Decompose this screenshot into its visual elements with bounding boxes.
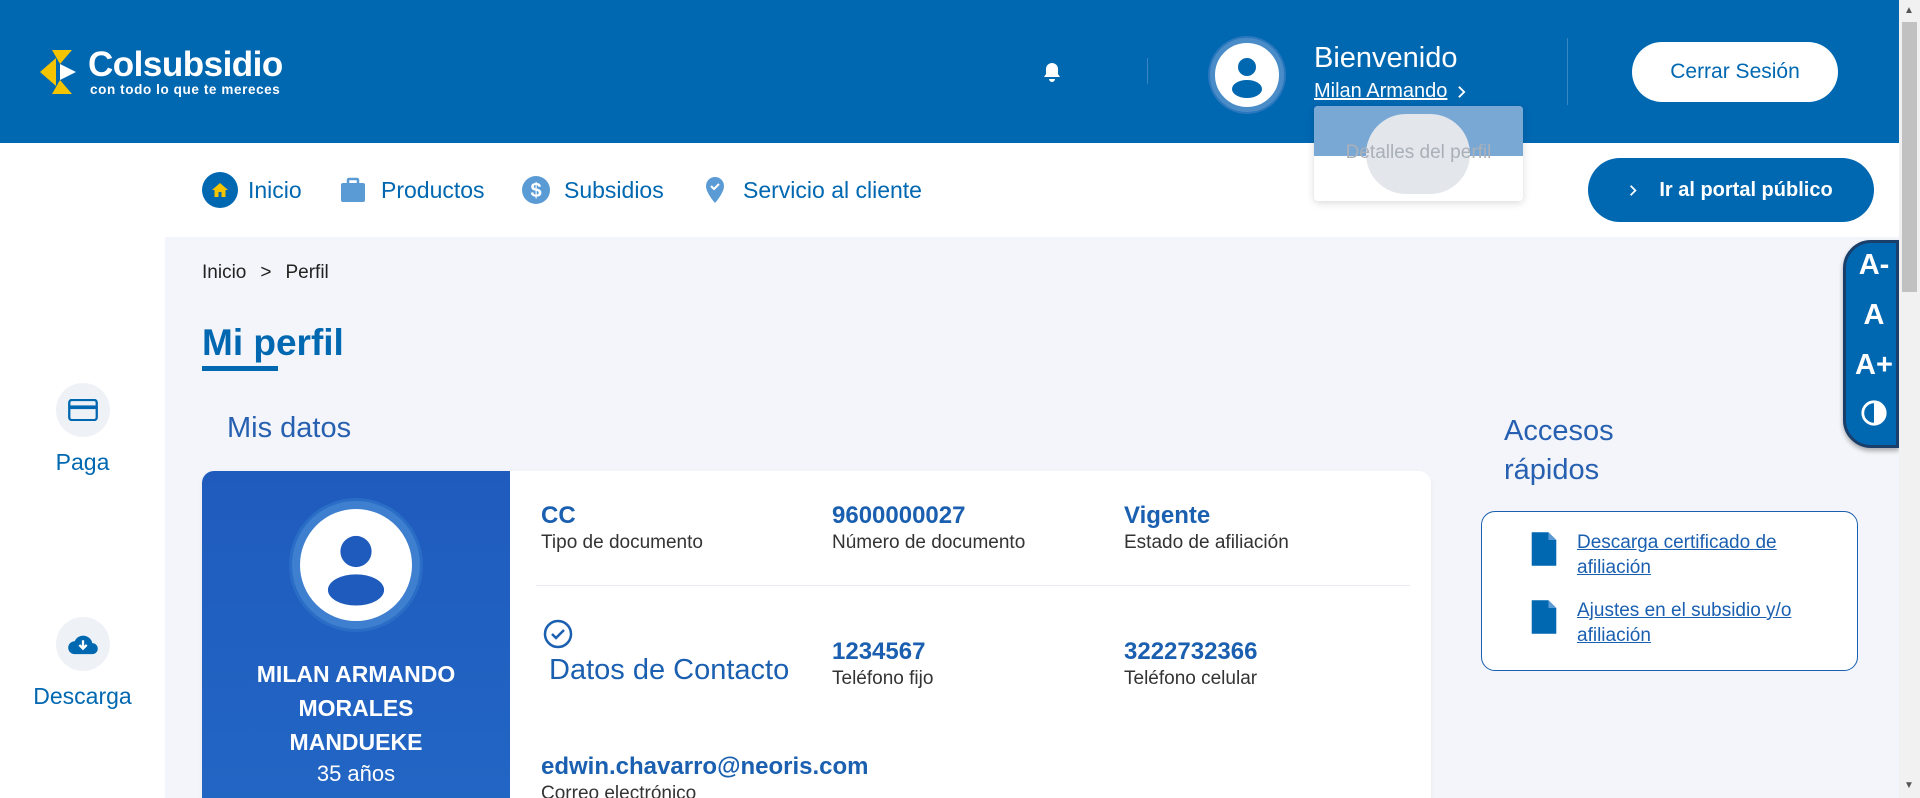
breadcrumb-current: Perfil bbox=[285, 262, 329, 283]
user-name-link[interactable]: Milan Armando bbox=[1314, 80, 1466, 103]
profile-avatar bbox=[292, 501, 420, 629]
logo-mark-icon bbox=[40, 50, 76, 94]
bell-icon[interactable] bbox=[1040, 60, 1064, 84]
contrast-icon[interactable] bbox=[1846, 399, 1902, 435]
quick-access-link[interactable]: Descarga certificado de afiliación bbox=[1577, 530, 1807, 580]
breadcrumb: Inicio > Perfil bbox=[202, 262, 329, 284]
status-label: Estado de afiliación bbox=[1124, 532, 1289, 553]
doc-type-value: CC bbox=[541, 502, 576, 529]
nav-label: Inicio bbox=[248, 176, 302, 203]
sidebar-item-label: Descarga bbox=[33, 683, 132, 709]
title-line: rápidos bbox=[1504, 454, 1600, 486]
cloud-download-icon bbox=[55, 617, 110, 671]
field-doc-number: 9600000027 Número de documento bbox=[832, 502, 1025, 554]
user-name: Milan Armando bbox=[1314, 80, 1448, 102]
email-value: edwin.chavarro@neoris.com bbox=[541, 753, 869, 780]
welcome-text: Bienvenido bbox=[1314, 42, 1458, 74]
email-label: Correo electrónico bbox=[541, 783, 697, 798]
header-divider bbox=[1567, 38, 1568, 105]
profile-age: 35 años bbox=[316, 761, 396, 786]
card-divider bbox=[536, 585, 1410, 586]
title-underline bbox=[202, 366, 278, 371]
font-normal-button[interactable]: A bbox=[1846, 299, 1902, 332]
dropdown-item-profile-details[interactable]: Detalles del perfil bbox=[1314, 142, 1523, 164]
contact-section-title: Datos de Contacto bbox=[549, 654, 790, 686]
page-title: Mi perfil bbox=[202, 322, 344, 363]
scroll-down-arrow-icon[interactable]: ▼ bbox=[1904, 780, 1914, 791]
field-email: edwin.chavarro@neoris.com Correo electró… bbox=[541, 753, 869, 798]
chevron-right-icon bbox=[1458, 85, 1466, 98]
home-icon bbox=[202, 172, 238, 208]
accessibility-toolbar: A- A A+ bbox=[1843, 240, 1899, 448]
font-increase-button[interactable]: A+ bbox=[1846, 349, 1902, 382]
name-line: MILAN ARMANDO bbox=[256, 661, 456, 687]
nav-label: Productos bbox=[381, 176, 485, 203]
public-portal-button[interactable]: Ir al portal público bbox=[1588, 158, 1874, 222]
nav-label: Subsidios bbox=[564, 176, 664, 203]
document-icon bbox=[1531, 532, 1557, 566]
scroll-up-arrow-icon[interactable]: ▲ bbox=[1904, 5, 1914, 16]
name-line: MANDUEKE bbox=[289, 729, 423, 755]
logout-button[interactable]: Cerrar Sesión bbox=[1632, 42, 1838, 102]
sidebar-item-label: Paga bbox=[55, 449, 110, 475]
nav-label: Servicio al cliente bbox=[743, 176, 922, 203]
portal-label: Ir al portal público bbox=[1659, 178, 1833, 201]
nav-item-productos[interactable]: Productos bbox=[335, 172, 485, 208]
quick-access-title: Accesos rápidos bbox=[1504, 412, 1614, 490]
credit-card-icon bbox=[55, 383, 110, 437]
quick-access-item[interactable]: Ajustes en el subsidio y/o afiliación bbox=[1529, 598, 1807, 648]
section-title-mis-datos: Mis datos bbox=[227, 412, 352, 444]
profile-full-name: MILAN ARMANDO MORALES MANDUEKE bbox=[202, 657, 510, 759]
profile-card-identity: MILAN ARMANDO MORALES MANDUEKE 35 años bbox=[202, 471, 510, 798]
sidebar-item-paga[interactable]: Paga bbox=[0, 383, 165, 476]
nav-item-inicio[interactable]: Inicio bbox=[202, 172, 302, 208]
field-phone: 1234567 Teléfono fijo bbox=[832, 638, 933, 690]
font-decrease-button[interactable]: A- bbox=[1846, 249, 1902, 282]
left-sidebar bbox=[0, 237, 165, 798]
quick-access-item[interactable]: Descarga certificado de afiliación bbox=[1529, 530, 1807, 580]
user-icon bbox=[1217, 45, 1277, 105]
quick-access-link[interactable]: Ajustes en el subsidio y/o afiliación bbox=[1577, 598, 1807, 648]
breadcrumb-home[interactable]: Inicio bbox=[202, 262, 246, 284]
field-affiliation-status: Vigente Estado de afiliación bbox=[1124, 502, 1289, 554]
check-circle-icon bbox=[543, 619, 573, 654]
scrollbar-thumb[interactable] bbox=[1902, 22, 1917, 292]
mobile-value: 3222732366 bbox=[1124, 638, 1258, 665]
breadcrumb-separator: > bbox=[260, 262, 272, 283]
sidebar-item-descarga[interactable]: Descarga bbox=[0, 617, 165, 710]
status-value: Vigente bbox=[1124, 502, 1211, 529]
header-divider bbox=[1147, 58, 1148, 84]
briefcase-icon bbox=[335, 172, 371, 208]
logo-tagline: con todo lo que te mereces bbox=[90, 82, 281, 97]
logo-title: Colsubsidio bbox=[88, 45, 283, 84]
title-line: Accesos bbox=[1504, 415, 1614, 447]
nav-item-servicio-cliente[interactable]: Servicio al cliente bbox=[697, 172, 922, 208]
phone-label: Teléfono fijo bbox=[832, 668, 934, 689]
dollar-icon: $ bbox=[518, 172, 554, 208]
field-doc-type: CC Tipo de documento bbox=[541, 502, 703, 554]
name-line: MORALES bbox=[298, 695, 414, 721]
document-icon bbox=[1531, 600, 1557, 634]
doc-number-label: Número de documento bbox=[832, 532, 1026, 553]
location-pin-icon bbox=[697, 172, 733, 208]
colsubsidio-logo[interactable]: Colsubsidio con todo lo que te mereces bbox=[36, 44, 283, 100]
doc-type-label: Tipo de documento bbox=[541, 532, 703, 553]
svg-text:$: $ bbox=[530, 180, 541, 202]
top-header bbox=[0, 0, 1899, 143]
phone-value: 1234567 bbox=[832, 638, 926, 665]
mobile-label: Teléfono celular bbox=[1124, 668, 1258, 689]
nav-item-subsidios[interactable]: $ Subsidios bbox=[518, 172, 664, 208]
doc-number-value: 9600000027 bbox=[832, 502, 966, 529]
user-avatar[interactable] bbox=[1210, 38, 1284, 112]
chevron-right-icon bbox=[1630, 184, 1637, 196]
field-mobile: 3222732366 Teléfono celular bbox=[1124, 638, 1257, 690]
user-icon bbox=[304, 513, 408, 617]
